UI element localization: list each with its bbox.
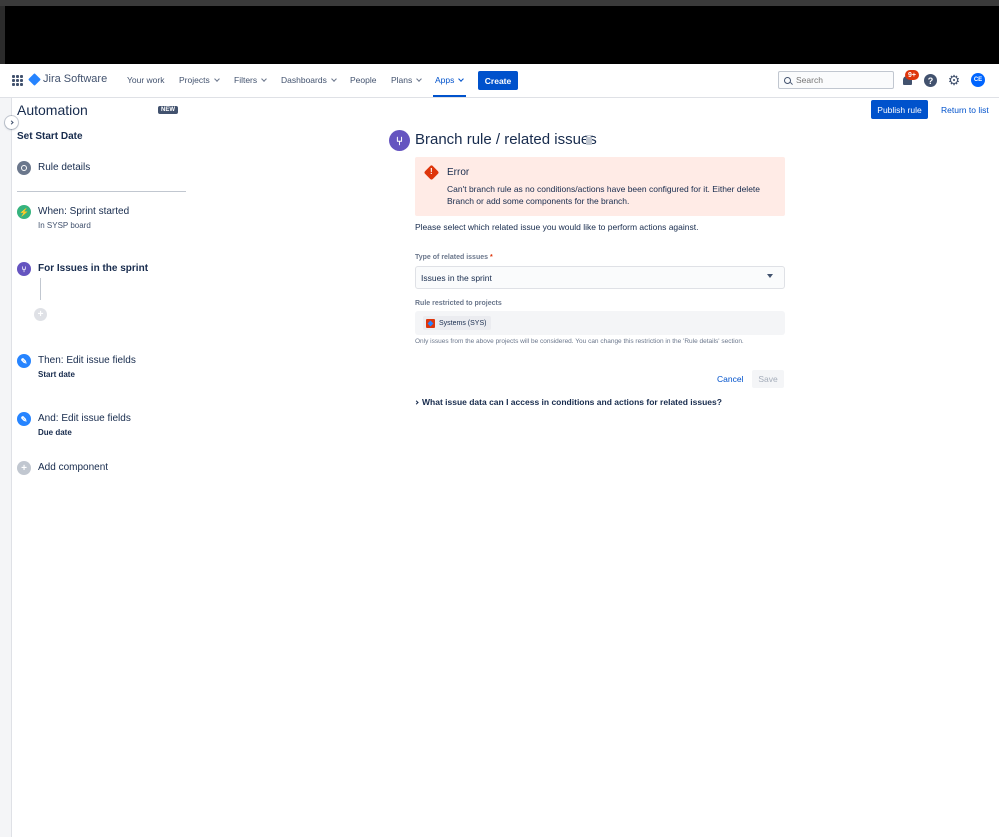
product-name: Jira Software [43,73,108,85]
nav-filters-label: Filters [234,75,258,85]
error-message: Can't branch rule as no conditions/actio… [447,184,761,206]
nav-dashboards-label: Dashboards [281,75,327,85]
projects-list: Systems (SYS) [415,311,785,335]
error-banner: ! Error Can't branch rule as no conditio… [415,157,785,216]
nav-your-work[interactable]: Your work [127,75,164,85]
chevron-down-icon [213,75,220,82]
chevron-down-icon [331,75,337,82]
related-issues-type-select[interactable]: Issues in the sprint [415,266,785,289]
chevron-down-icon [416,75,423,82]
top-navigation: Jira Software Your work Projects Filters… [0,64,999,98]
plus-icon: + [17,461,31,475]
trigger-step-title: When: Sprint started [38,206,130,217]
save-button[interactable]: Save [752,370,784,388]
nav-people-label: People [350,75,377,85]
type-of-related-issues-label: Type of related issues * [415,254,493,261]
nav-projects-label: Projects [179,75,210,85]
user-avatar[interactable]: CE [971,73,985,87]
trigger-step[interactable]: ⚡ When: Sprint started In SYSP board [17,205,129,233]
branch-icon: ⑂ [17,262,31,276]
nav-filters[interactable]: Filters [234,75,267,85]
chevron-down-icon [261,75,267,82]
project-avatar-icon [426,318,435,328]
required-mark: * [489,254,493,261]
help-icon[interactable]: ? [924,74,937,87]
return-to-list-link[interactable]: Return to list [941,105,989,115]
browser-chrome-edge [0,6,5,64]
settings-gear-icon[interactable]: ⚙ [947,73,961,87]
jira-logo[interactable]: Jira Software [28,72,108,86]
pencil-icon: ✎ [17,412,31,426]
action-step-start-date[interactable]: ✎ Then: Edit issue fields Start date [17,354,136,382]
rule-details-label: Rule details [38,162,91,173]
new-badge: NEW [158,106,178,114]
action-step-title: And: Edit issue fields [38,413,131,424]
component-title: Branch rule / related issues [415,131,597,148]
trigger-step-subtitle: In SYSP board [38,221,91,230]
search-input[interactable] [796,75,886,85]
app-switcher-icon[interactable] [12,75,23,86]
action-step-subtitle: Start date [38,370,75,379]
chevron-down-icon [767,274,773,278]
type-label-text: Type of related issues [415,254,489,261]
nav-your-work-label: Your work [127,75,165,85]
nav-dashboards[interactable]: Dashboards [281,75,337,85]
chevron-down-icon [458,75,465,82]
related-issues-faq-expander[interactable]: What issue data can I access in conditio… [414,397,722,407]
browser-chrome-strip [0,0,999,6]
faq-label: What issue data can I access in conditio… [422,397,722,407]
rule-details-icon [17,161,31,175]
browser-chrome [0,0,999,64]
nav-people[interactable]: People [350,75,376,85]
nav-apps[interactable]: Apps [435,75,465,85]
related-issues-type-value: Issues in the sprint [421,272,492,283]
panel-divider [17,191,186,192]
search-field[interactable] [778,71,894,89]
nav-plans-label: Plans [391,75,413,85]
rule-name: Set Start Date [17,131,83,142]
active-nav-indicator [433,95,466,97]
error-title: Error [447,167,470,178]
notification-count-badge: 9+ [905,70,919,80]
branch-icon: ⑂ [389,130,410,151]
branch-step-title: For Issues in the sprint [38,263,149,274]
nav-apps-label: Apps [435,75,455,85]
publish-rule-button[interactable]: Publish rule [871,100,928,119]
projects-help-text: Only issues from the above projects will… [415,338,744,345]
nav-projects[interactable]: Projects [179,75,220,85]
lightning-icon: ⚡ [17,205,31,219]
action-step-due-date[interactable]: ✎ And: Edit issue fields Due date [17,412,131,440]
branch-step[interactable]: ⑂ For Issues in the sprint [17,262,148,276]
sidebar-gutter [0,98,12,837]
add-branch-component-plus-icon[interactable]: + [34,308,47,321]
search-icon [784,76,791,84]
add-component-label: Add component [38,462,109,473]
action-step-subtitle: Due date [38,428,72,437]
automation-title: Automation [17,102,88,118]
related-issue-prompt: Please select which related issue you wo… [415,222,699,232]
add-component-item[interactable]: + Add component [17,461,108,475]
trash-icon[interactable] [585,135,593,145]
pencil-icon: ✎ [17,354,31,368]
create-button[interactable]: Create [478,71,518,90]
branch-connector-line [40,278,41,300]
project-tag-label: Systems (SYS) [439,319,487,327]
rule-details-item[interactable]: Rule details [17,161,90,175]
chevron-right-icon [414,399,419,405]
cancel-button[interactable]: Cancel [717,374,743,384]
rule-restricted-to-projects-label: Rule restricted to projects [415,300,502,307]
action-step-title: Then: Edit issue fields [38,355,136,366]
nav-plans[interactable]: Plans [391,75,423,85]
jira-logo-icon [28,72,41,86]
error-exclamation: ! [430,167,433,176]
project-tag: Systems (SYS) [423,316,492,330]
